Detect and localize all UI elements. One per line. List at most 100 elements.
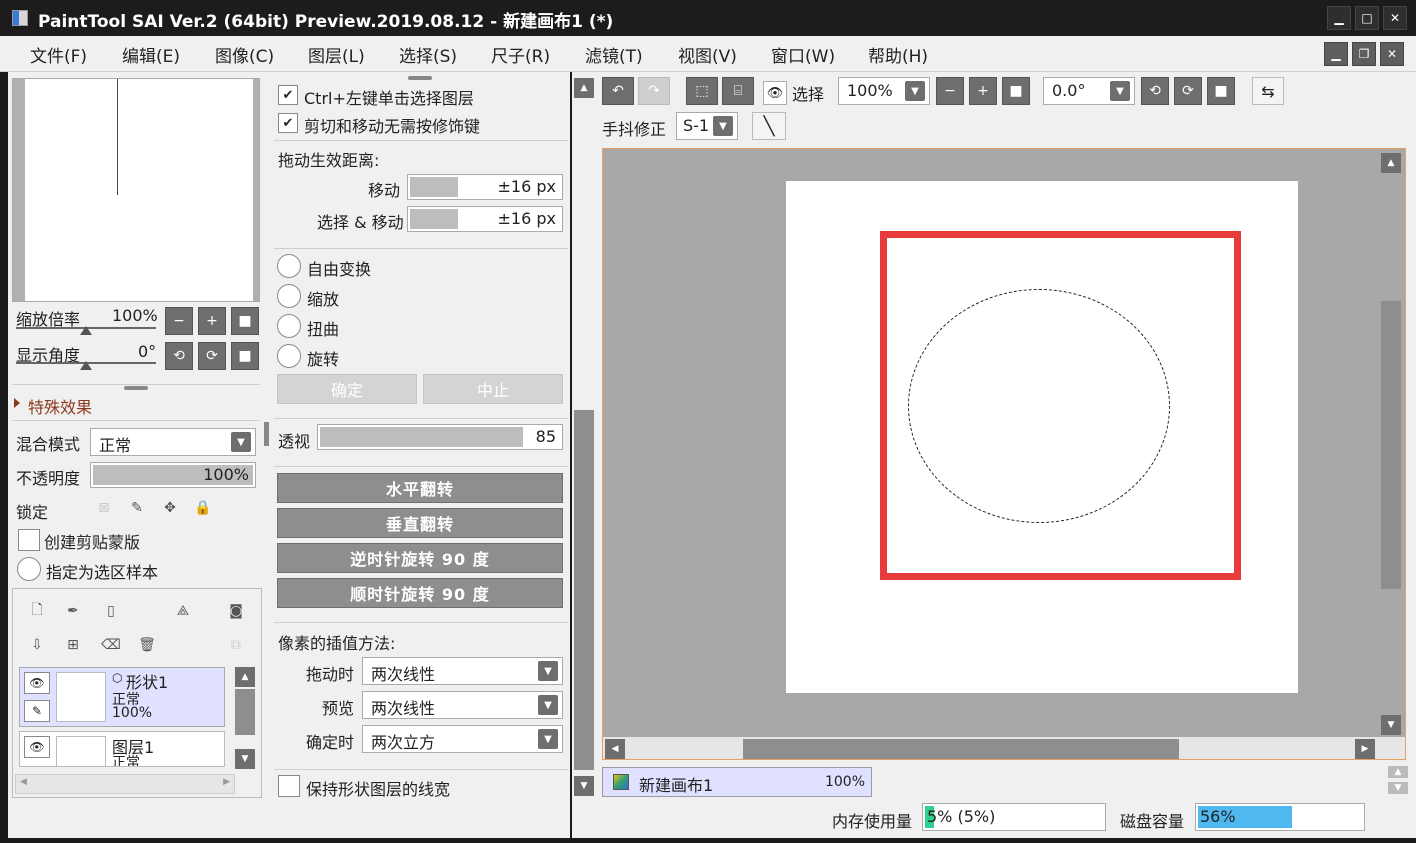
canvas-vscroll-thumb[interactable]: [1381, 301, 1401, 589]
layer-edit-pencil-icon[interactable]: ✎: [24, 700, 50, 722]
merge-layer-icon[interactable]: ⊞: [61, 633, 85, 657]
zoom-in-button[interactable]: +: [198, 307, 226, 335]
menu-view[interactable]: 视图(V): [678, 42, 737, 67]
lock-transparency-icon[interactable]: ⊠: [92, 496, 116, 520]
clear-layer-icon[interactable]: ⌫: [99, 633, 123, 657]
new-layer-icon[interactable]: 🗋: [25, 599, 49, 623]
canvas-scroll-up-button[interactable]: ▲: [1381, 153, 1401, 173]
trash-icon[interactable]: 🗑: [135, 633, 159, 657]
distort-radio[interactable]: [277, 314, 301, 338]
panel-top-handle[interactable]: [408, 76, 432, 80]
splitter-grip[interactable]: [264, 422, 269, 446]
menu-layer[interactable]: 图层(L): [308, 42, 365, 67]
shape-layer-icon[interactable]: ⟁: [171, 599, 195, 623]
layer-scroll-up-button[interactable]: ▲: [235, 667, 255, 687]
canvas-scroll-right-button[interactable]: ▶: [1355, 739, 1375, 759]
maximize-button[interactable]: □: [1355, 6, 1379, 30]
redo-button[interactable]: ↷: [638, 77, 670, 105]
menu-window[interactable]: 窗口(W): [771, 42, 835, 67]
selection-sample-radio[interactable]: [17, 557, 41, 581]
layer-hscrollbar[interactable]: ◀ ▶: [15, 774, 235, 794]
ctrl-click-checkbox[interactable]: ✔: [278, 85, 298, 105]
minimize-button[interactable]: ▁: [1327, 6, 1351, 30]
canvas-zoom-out-button[interactable]: −: [936, 77, 964, 105]
navigator-preview[interactable]: [12, 78, 260, 302]
ok-button[interactable]: 确定: [277, 374, 417, 404]
stabilizer-select[interactable]: S-1 ▼: [676, 112, 738, 140]
navigator-scroll-left[interactable]: [13, 79, 25, 301]
deselect-button[interactable]: ⬚: [686, 77, 718, 105]
special-effects-label[interactable]: 特殊效果: [28, 394, 92, 418]
menu-file[interactable]: 文件(F): [30, 42, 87, 67]
blend-mode-select[interactable]: 正常 ▼: [90, 428, 256, 456]
no-modifier-checkbox[interactable]: ✔: [278, 113, 298, 133]
lock-move-icon[interactable]: ✥: [158, 496, 182, 520]
canvas-rotate-left-button[interactable]: ⟲: [1141, 77, 1169, 105]
lock-all-icon[interactable]: 🔒: [191, 496, 215, 520]
interp-preview-select[interactable]: 两次线性 ▼: [362, 691, 563, 719]
new-linework-layer-icon[interactable]: ✒: [61, 599, 85, 623]
zoom-select[interactable]: 100% ▼: [838, 77, 930, 105]
canvas-zoom-in-button[interactable]: +: [969, 77, 997, 105]
flip-horizontal-button[interactable]: 水平翻转: [277, 473, 563, 503]
interp-drag-select[interactable]: 两次线性 ▼: [362, 657, 563, 685]
navigator-scroll-right[interactable]: [253, 79, 259, 301]
lock-paint-icon[interactable]: ✎: [125, 496, 149, 520]
doc-minimize-button[interactable]: ▁: [1324, 42, 1348, 66]
scroll-left-icon[interactable]: ◀: [20, 777, 27, 787]
scroll-up-button[interactable]: ▲: [574, 78, 594, 98]
opacity-slider[interactable]: 100%: [90, 462, 256, 488]
apply-mask-icon[interactable]: ⧉: [224, 633, 248, 657]
canvas-rotate-right-button[interactable]: ⟳: [1174, 77, 1202, 105]
layer-visibility-eye-icon[interactable]: 👁: [24, 736, 50, 758]
angle-slider-thumb[interactable]: [80, 361, 92, 370]
doc-close-button[interactable]: ✕: [1380, 42, 1404, 66]
close-button[interactable]: ✕: [1383, 6, 1407, 30]
layer-visibility-eye-icon[interactable]: 👁: [24, 672, 50, 694]
interp-confirm-select[interactable]: 两次立方 ▼: [362, 725, 563, 753]
canvas-tab[interactable]: 新建画布1 100%: [602, 767, 872, 797]
scale-radio[interactable]: [277, 284, 301, 308]
menu-edit[interactable]: 编辑(E): [122, 42, 180, 67]
zoom-reset-button[interactable]: ■: [231, 307, 259, 335]
undo-button[interactable]: ↶: [602, 77, 634, 105]
menu-filter[interactable]: 滤镜(T): [585, 42, 643, 67]
canvas-viewport[interactable]: ▲ ▼ ◀ ▶: [602, 148, 1406, 760]
merge-down-icon[interactable]: ⇩: [25, 633, 49, 657]
select-move-distance-slider[interactable]: ±16 px: [407, 206, 563, 232]
menu-help[interactable]: 帮助(H): [868, 42, 928, 67]
scroll-thumb[interactable]: [574, 410, 594, 770]
expand-arrow-icon[interactable]: [14, 398, 20, 408]
invert-selection-button[interactable]: ⌸: [722, 77, 754, 105]
straight-line-icon[interactable]: ╲: [752, 112, 786, 140]
rotate-right-button[interactable]: ⟳: [198, 342, 226, 370]
canvas-scroll-left-button[interactable]: ◀: [605, 739, 625, 759]
rotate-ccw-button[interactable]: 逆时针旋转 90 度: [277, 543, 563, 573]
selection-eye-icon[interactable]: 👁: [763, 81, 787, 105]
canvas-hscrollbar[interactable]: ◀ ▶: [603, 737, 1405, 759]
tab-scroll-down-button[interactable]: ▼: [1388, 782, 1408, 794]
rotate-cw-button[interactable]: 顺时针旋转 90 度: [277, 578, 563, 608]
cancel-button[interactable]: 中止: [423, 374, 563, 404]
flip-vertical-button[interactable]: 垂直翻转: [277, 508, 563, 538]
rotate-radio[interactable]: [277, 344, 301, 368]
new-folder-icon[interactable]: ▯: [99, 599, 123, 623]
panel-resize-handle[interactable]: [124, 386, 148, 390]
canvas-hscroll-thumb[interactable]: [743, 739, 1179, 759]
rotate-left-button[interactable]: ⟲: [165, 342, 193, 370]
mask-icon[interactable]: ◙: [224, 599, 248, 623]
angle-select[interactable]: 0.0° ▼: [1043, 77, 1135, 105]
flip-view-icon[interactable]: ⇆: [1252, 77, 1284, 105]
zoom-out-button[interactable]: −: [165, 307, 193, 335]
menu-select[interactable]: 选择(S): [399, 42, 457, 67]
free-transform-radio[interactable]: [277, 254, 301, 278]
scroll-right-icon[interactable]: ▶: [223, 777, 230, 787]
layer-scroll-down-button[interactable]: ▼: [235, 749, 255, 769]
menu-image[interactable]: 图像(C): [215, 42, 274, 67]
doc-restore-button[interactable]: ❐: [1352, 42, 1376, 66]
canvas-paper[interactable]: [786, 181, 1298, 693]
zoom-slider-thumb[interactable]: [80, 326, 92, 335]
transform-scrollbar[interactable]: ▲ ▼: [572, 72, 598, 838]
layer-row-layer1[interactable]: 👁 图层1 正常: [19, 731, 225, 767]
left-panel-splitter[interactable]: [264, 72, 272, 838]
